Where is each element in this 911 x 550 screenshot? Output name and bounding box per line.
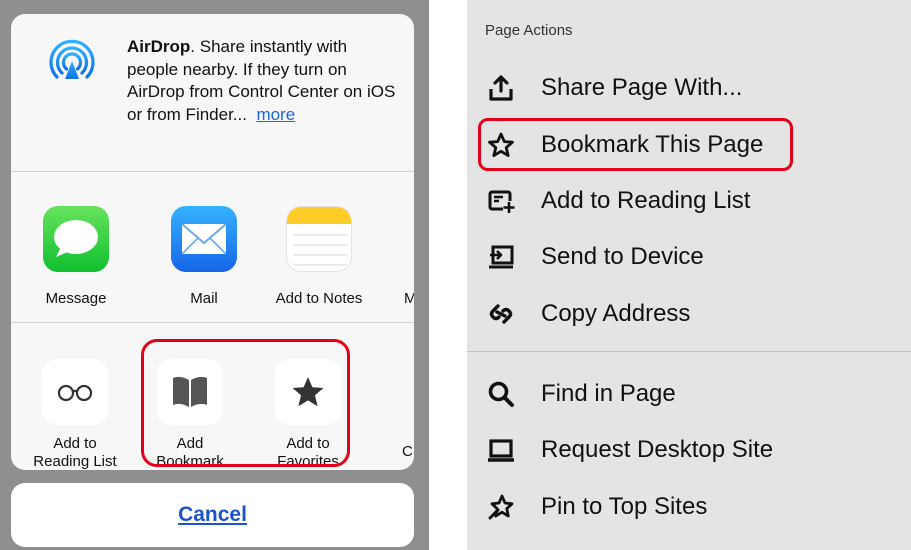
page-actions-menu: Page Actions Share Page With... Bookmark…: [467, 0, 911, 550]
send-to-device-icon: [487, 243, 515, 271]
message-icon: [43, 206, 109, 272]
menu-item-label: Share Page With...: [541, 74, 743, 101]
pin-icon: [487, 493, 515, 521]
airdrop-more-link[interactable]: more: [256, 105, 295, 124]
menu-item-add-to-reading-list[interactable]: Add to Reading List: [467, 175, 911, 227]
notes-icon: [286, 206, 352, 272]
highlight-annotation: [141, 339, 350, 467]
ios-share-sheet-screenshot: AirDrop. Share instantly with people nea…: [0, 0, 429, 550]
search-icon: [487, 380, 515, 408]
menu-item-label: Request Desktop Site: [541, 436, 774, 463]
reading-list-icon: [42, 359, 108, 425]
menu-item-send-to-device[interactable]: Send to Device: [467, 231, 911, 283]
laptop-icon: [487, 436, 515, 464]
menu-item-copy-address[interactable]: Copy Address: [467, 288, 911, 340]
menu-item-pin-to-top-sites[interactable]: Pin to Top Sites: [467, 481, 911, 533]
app-mail[interactable]: Mail: [149, 206, 259, 307]
action-label: C: [402, 443, 413, 460]
app-label: M: [404, 290, 414, 307]
menu-divider: [467, 351, 911, 352]
menu-item-label: Copy Address: [541, 300, 691, 327]
menu-item-label: Pin to Top Sites: [541, 493, 708, 520]
menu-item-label: Find in Page: [541, 380, 676, 407]
link-icon: [487, 300, 515, 328]
copy-icon: [375, 359, 414, 425]
app-message[interactable]: Message: [21, 206, 131, 307]
action-label: Add to Reading List: [33, 435, 117, 470]
menu-item-share-page[interactable]: Share Page With...: [467, 62, 911, 114]
action-add-to-reading-list[interactable]: Add to Reading List: [19, 359, 131, 470]
share-apps-row[interactable]: Message Mail Add to Notes M: [11, 172, 414, 322]
airdrop-description: AirDrop. Share instantly with people nea…: [127, 36, 399, 126]
reading-list-icon: [487, 187, 515, 215]
mail-icon: [171, 206, 237, 272]
highlight-annotation: [478, 118, 793, 171]
menu-item-label: Add to Reading List: [541, 187, 751, 214]
menu-item-request-desktop-site[interactable]: Request Desktop Site: [467, 424, 911, 476]
action-copy[interactable]: C: [352, 359, 414, 461]
menu-item-label: Send to Device: [541, 243, 704, 270]
menu-header: Page Actions: [485, 22, 573, 39]
airdrop-title: AirDrop: [127, 37, 191, 56]
menu-item-find-in-page[interactable]: Find in Page: [467, 368, 911, 420]
share-icon: [487, 74, 515, 102]
app-label: Message: [45, 290, 107, 307]
cancel-button[interactable]: Cancel: [11, 483, 414, 547]
more-apps-icon: [373, 206, 414, 272]
cancel-label: Cancel: [178, 503, 247, 526]
app-label: Mail: [190, 290, 218, 307]
app-more[interactable]: M: [351, 206, 414, 307]
airdrop-section[interactable]: AirDrop. Share instantly with people nea…: [11, 14, 414, 171]
airdrop-icon: [47, 38, 97, 88]
